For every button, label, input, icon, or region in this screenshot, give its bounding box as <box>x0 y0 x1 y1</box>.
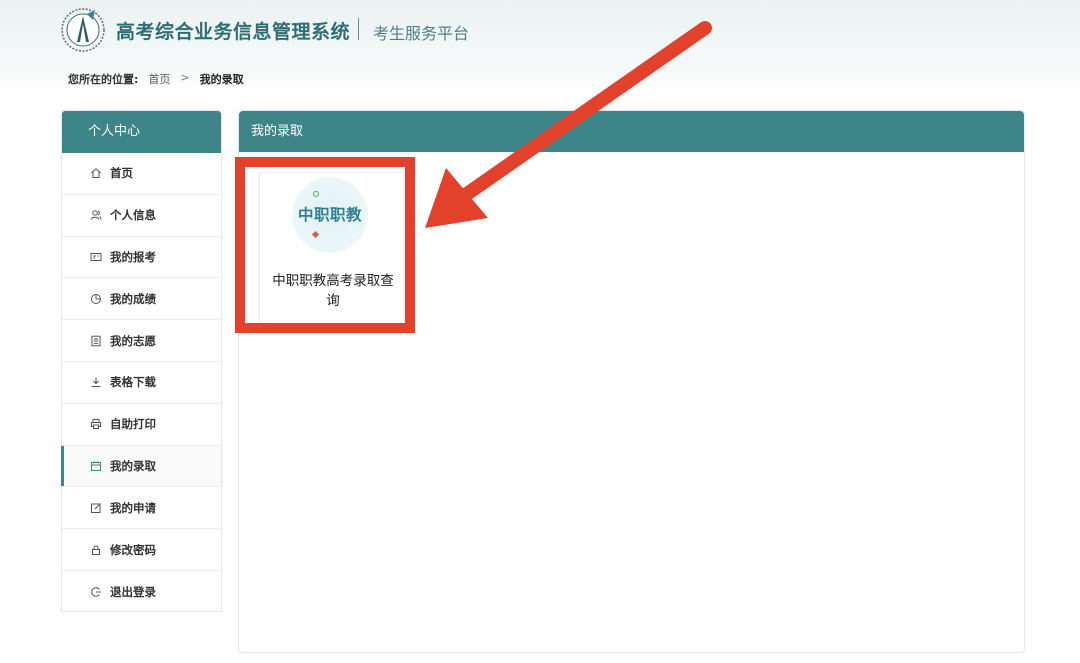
system-subtitle: 考生服务平台 <box>373 24 470 43</box>
users-icon <box>90 210 102 220</box>
sidebar-item-label: 我的申请 <box>110 500 156 515</box>
sidebar-item-applications[interactable]: 我的申请 <box>62 487 221 530</box>
calendar-icon <box>91 461 101 471</box>
admission-query-card[interactable]: 中职职教 中职职教高考录取查询 <box>259 172 405 324</box>
sidebar-item-home[interactable]: 首页 <box>62 153 221 195</box>
home-icon <box>91 168 101 179</box>
sidebar-item-change-password[interactable]: 修改密码 <box>62 529 221 571</box>
id-card-icon <box>90 252 102 261</box>
download-icon <box>91 377 101 388</box>
card-logo: 中职职教 <box>292 177 368 253</box>
sidebar-item-scores[interactable]: 我的成绩 <box>62 278 221 321</box>
main-panel-title: 我的录取 <box>239 111 1024 152</box>
breadcrumb-home-link[interactable]: 首页 <box>148 71 170 87</box>
sidebar-item-label: 个人信息 <box>110 208 156 223</box>
sidebar: 个人中心 首页 个人信息 我的报考 我的成绩 我的志愿 表格下载 自助打印 我的… <box>61 110 222 612</box>
breadcrumb: 您所在的位置: 首页 > 我的录取 <box>68 71 244 87</box>
green-dot-icon <box>313 191 319 197</box>
sidebar-item-label: 自助打印 <box>110 417 156 432</box>
breadcrumb-current: 我的录取 <box>199 73 244 86</box>
sidebar-item-label: 表格下载 <box>110 375 156 390</box>
printer-icon <box>91 419 101 430</box>
sidebar-item-label: 我的录取 <box>110 458 156 473</box>
sidebar-item-downloads[interactable]: 表格下载 <box>62 362 221 404</box>
page: 高考综合业务信息管理系统 考生服务平台 您所在的位置: 首页 > 我的录取 个人… <box>0 0 1080 663</box>
sidebar-item-label: 我的成绩 <box>110 291 156 306</box>
sidebar-title: 个人中心 <box>62 111 221 153</box>
card-title: 中职职教高考录取查询 <box>272 273 394 309</box>
sidebar-item-label: 首页 <box>110 166 133 181</box>
sidebar-item-label: 退出登录 <box>110 584 156 599</box>
header: 高考综合业务信息管理系统 考生服务平台 您所在的位置: 首页 > 我的录取 <box>0 0 1080 96</box>
emblem-logo-icon <box>61 8 105 52</box>
edit-icon <box>91 502 101 513</box>
sidebar-item-print[interactable]: 自助打印 <box>62 404 221 446</box>
sidebar-item-label: 我的报考 <box>110 249 156 264</box>
card-logo-text: 中职职教 <box>297 206 362 224</box>
sidebar-item-admission[interactable]: 我的录取 <box>61 445 221 488</box>
breadcrumb-label: 您所在的位置: <box>68 73 139 86</box>
main-panel: 我的录取 中职职教 中职职教高考录取查询 <box>238 110 1025 653</box>
document-icon <box>91 335 101 346</box>
red-mark-icon <box>311 230 320 239</box>
sidebar-item-preferences[interactable]: 我的志愿 <box>62 320 221 362</box>
sidebar-item-logout[interactable]: 退出登录 <box>62 571 221 613</box>
title-divider <box>358 18 359 40</box>
system-title: 高考综合业务信息管理系统 <box>116 21 351 43</box>
pie-chart-icon <box>91 293 101 304</box>
logout-icon <box>91 587 101 597</box>
sidebar-item-label: 我的志愿 <box>110 333 156 348</box>
breadcrumb-separator: > <box>180 71 190 84</box>
sidebar-item-registration[interactable]: 我的报考 <box>62 237 221 279</box>
sidebar-item-profile[interactable]: 个人信息 <box>62 195 221 237</box>
lock-icon <box>92 545 100 555</box>
sidebar-item-label: 修改密码 <box>110 542 156 557</box>
